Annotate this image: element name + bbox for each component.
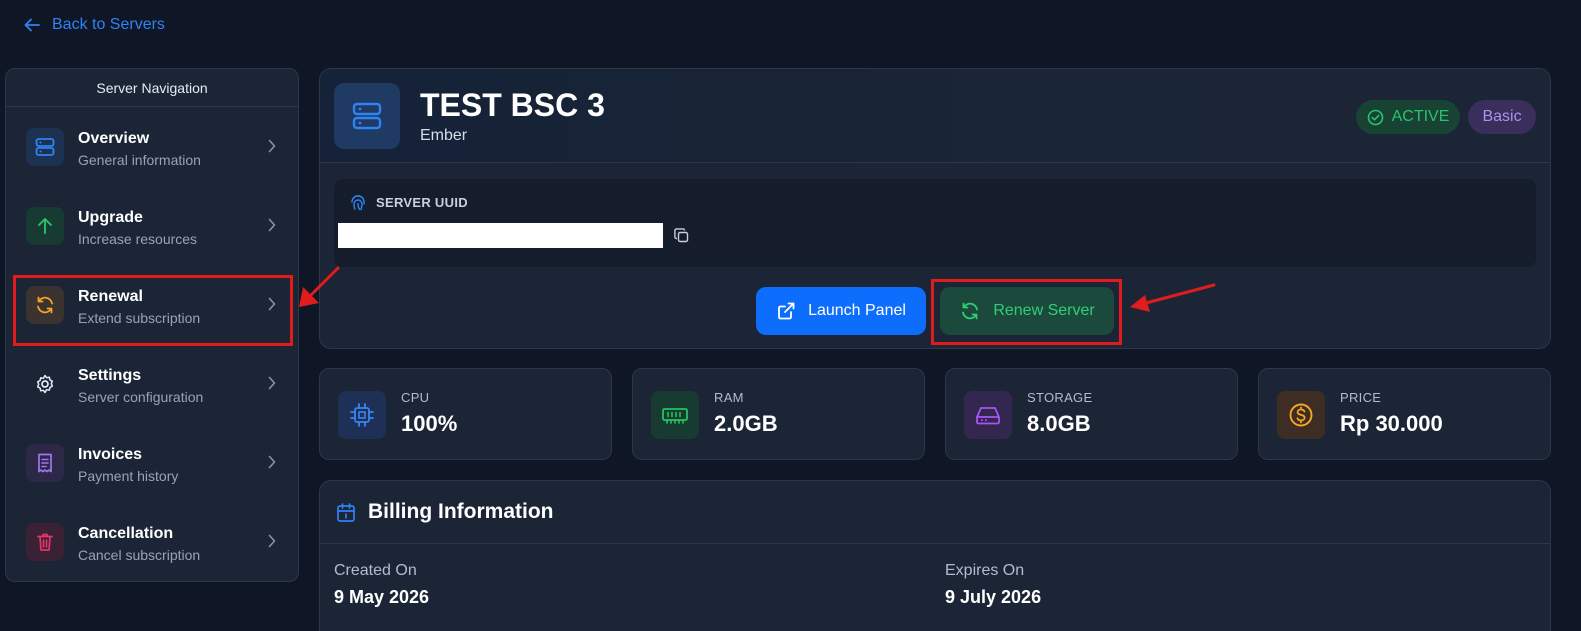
annotation-arrows <box>299 266 1216 312</box>
annotation-arrow-left <box>299 266 340 307</box>
annotation-arrow-right <box>1130 283 1216 312</box>
